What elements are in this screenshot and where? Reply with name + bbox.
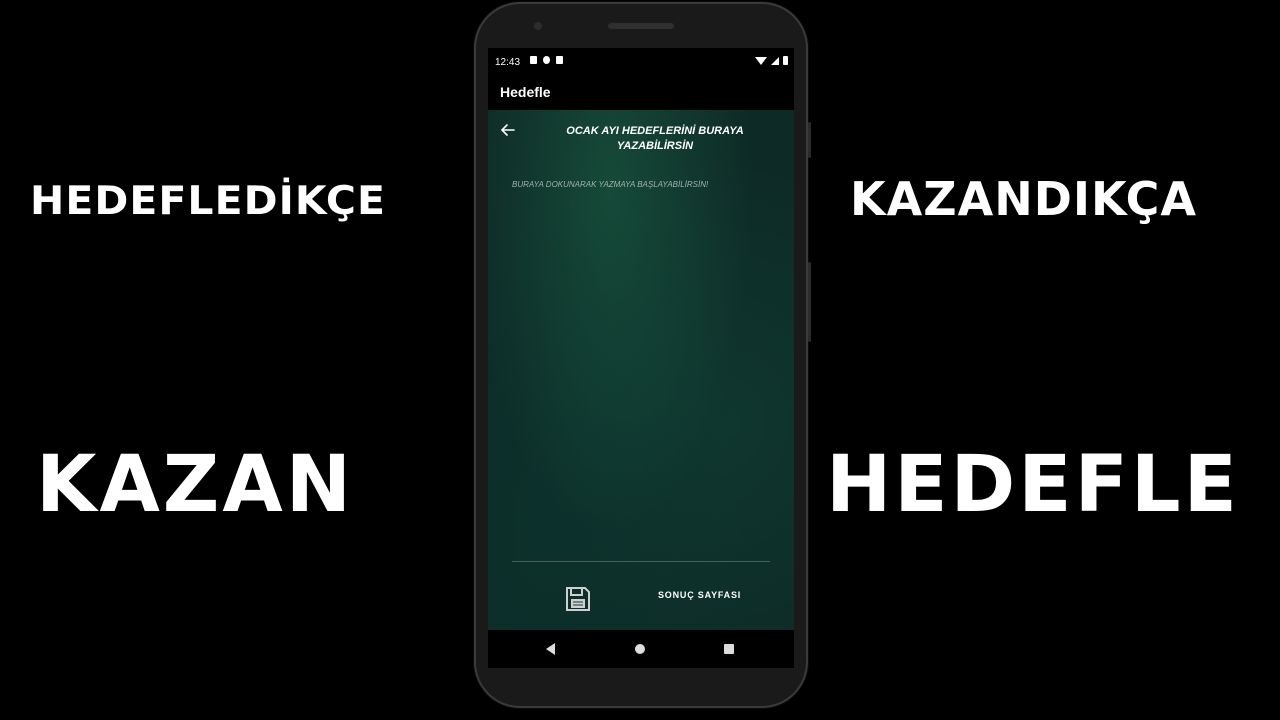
promo-text-top-right: KAZANDIKÇA bbox=[850, 172, 1197, 226]
phone-screen: 12:43 Hedefle OCAK AYI HEDEFLERİNİ BURAY… bbox=[488, 48, 794, 668]
promo-text-bottom-left: KAZAN bbox=[36, 440, 355, 530]
phone-frame: 12:43 Hedefle OCAK AYI HEDEFLERİNİ BURAY… bbox=[474, 2, 811, 708]
floppy-disk-icon bbox=[566, 587, 590, 611]
save-button[interactable] bbox=[564, 585, 592, 613]
notification-icons bbox=[530, 56, 563, 64]
square-recents-icon[interactable] bbox=[724, 644, 734, 654]
signal-icon bbox=[771, 56, 779, 65]
arrow-left-icon bbox=[501, 124, 515, 136]
page-heading: OCAK AYI HEDEFLERİNİ BURAYA YAZABİLİRSİN bbox=[566, 125, 744, 152]
notification-icon bbox=[530, 56, 537, 64]
volume-button bbox=[808, 262, 811, 342]
status-time: 12:43 bbox=[495, 57, 521, 68]
stage: HEDEFLEDİKÇE KAZANDIKÇA KAZAN HEDEFLE 12… bbox=[0, 0, 1280, 720]
input-underline bbox=[512, 561, 770, 562]
app-title: Hedefle bbox=[500, 84, 551, 100]
goals-text-input[interactable] bbox=[512, 178, 770, 562]
battery-icon bbox=[783, 56, 788, 65]
earpiece-speaker bbox=[608, 23, 674, 29]
system-nav-bar bbox=[488, 630, 794, 668]
triangle-back-icon[interactable] bbox=[546, 643, 555, 655]
status-bar: 12:43 bbox=[488, 48, 794, 76]
power-button bbox=[808, 122, 811, 158]
back-button[interactable] bbox=[500, 122, 518, 138]
system-icons bbox=[755, 56, 788, 65]
wifi-icon bbox=[755, 56, 767, 65]
app-bar: Hedefle bbox=[488, 76, 794, 110]
front-camera bbox=[534, 22, 542, 30]
result-page-button[interactable]: SONUÇ SAYFASI bbox=[658, 590, 741, 600]
goals-content: OCAK AYI HEDEFLERİNİ BURAYA YAZABİLİRSİN… bbox=[488, 110, 794, 630]
circle-home-icon[interactable] bbox=[635, 644, 645, 654]
promo-text-bottom-right: HEDEFLE bbox=[826, 440, 1240, 530]
promo-text-top-left: HEDEFLEDİKÇE bbox=[30, 179, 386, 224]
sd-card-icon bbox=[556, 56, 563, 64]
notification-icon bbox=[543, 56, 550, 64]
